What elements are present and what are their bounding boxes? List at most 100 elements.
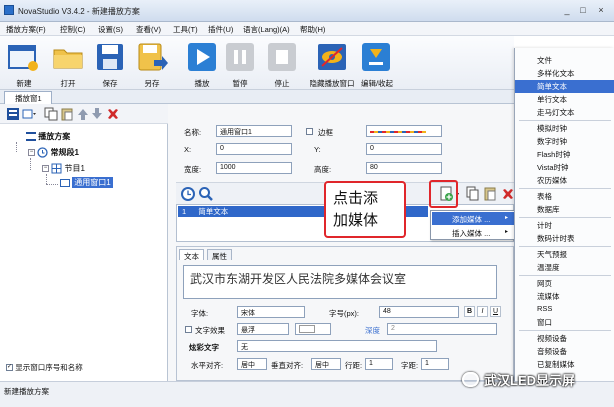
- maximize-button[interactable]: □: [576, 4, 590, 17]
- add-dropdown-icon[interactable]: [22, 107, 36, 121]
- media-menu-item[interactable]: 窗口: [515, 316, 614, 329]
- font-select[interactable]: 宋体: [237, 306, 305, 318]
- open-button[interactable]: 打开: [46, 40, 90, 88]
- bold-button[interactable]: B: [464, 306, 475, 317]
- depth-label: 深度: [365, 326, 380, 335]
- menu-tools[interactable]: 工具(T): [173, 24, 198, 35]
- x-input[interactable]: 0: [216, 143, 292, 155]
- media-menu-item[interactable]: 表格: [515, 190, 614, 203]
- menu-view[interactable]: 查看(V): [136, 24, 161, 35]
- y-input[interactable]: 0: [366, 143, 442, 155]
- border-style-select[interactable]: [366, 125, 442, 137]
- tree-item-segment[interactable]: − 常规段1: [28, 147, 79, 159]
- effect-color-picker[interactable]: [295, 323, 331, 335]
- menu-item-add-media[interactable]: 添加媒体 ...: [432, 212, 515, 225]
- underline-button[interactable]: U: [490, 306, 501, 317]
- valign-select[interactable]: 居中: [311, 358, 341, 370]
- menu-plugins[interactable]: 插件(U): [208, 24, 233, 35]
- schedule-icon[interactable]: [6, 107, 20, 121]
- menu-control[interactable]: 控制(C): [60, 24, 85, 35]
- save-as-button[interactable]: 另存: [130, 40, 174, 88]
- schedule-clock-icon[interactable]: [180, 186, 196, 202]
- tab-properties[interactable]: 属性: [207, 249, 232, 261]
- show-names-checkbox-row[interactable]: ✓ 显示窗口序号和名称: [6, 362, 83, 373]
- tree-toolbar: [0, 104, 168, 124]
- pause-button[interactable]: 暂停: [218, 40, 262, 88]
- tree-item-program[interactable]: − 节目1: [42, 163, 85, 174]
- border-checkbox[interactable]: [306, 128, 313, 135]
- height-input[interactable]: 80: [366, 162, 442, 174]
- text-effect-select[interactable]: 悬浮: [237, 323, 289, 335]
- media-menu-item[interactable]: Flash时钟: [515, 148, 614, 161]
- depth-input[interactable]: 2: [387, 323, 497, 335]
- media-menu-item[interactable]: 多样化文本: [515, 67, 614, 80]
- char-spacing-input[interactable]: 1: [421, 358, 449, 370]
- media-menu-item[interactable]: 天气预报: [515, 248, 614, 261]
- media-menu-item[interactable]: 数据库: [515, 203, 614, 216]
- media-menu-item[interactable]: 文件: [515, 54, 614, 67]
- name-input[interactable]: 通用窗口1: [216, 125, 292, 137]
- media-name: 简单文本: [198, 207, 229, 216]
- menu-plan[interactable]: 播放方案(F): [6, 24, 46, 35]
- hide-window-icon: [318, 44, 346, 70]
- color-text-select[interactable]: 无: [237, 340, 437, 352]
- menu-settings[interactable]: 设置(S): [98, 24, 123, 35]
- move-down-icon[interactable]: [90, 107, 104, 121]
- media-menu-item[interactable]: 走马灯文本: [515, 106, 614, 119]
- size-select[interactable]: 48: [379, 306, 459, 318]
- tab-play-window[interactable]: 播放窗1: [4, 91, 52, 104]
- menu-item-insert-media[interactable]: 插入媒体 ...: [432, 226, 515, 239]
- callout-line-1: 点击添: [333, 190, 379, 207]
- expand-collapse-icon[interactable]: −: [28, 149, 35, 157]
- search-icon[interactable]: [198, 186, 214, 202]
- instruction-callout: 点击添 加媒体: [324, 181, 406, 238]
- delete-icon[interactable]: [106, 107, 120, 121]
- media-menu-item[interactable]: 数码计时表: [515, 232, 614, 245]
- media-menu-item[interactable]: 计时: [515, 219, 614, 232]
- title-bar: NovaStudio V3.4.2 - 新建播放方案 _ □ ×: [0, 0, 614, 22]
- copy-media-icon[interactable]: [466, 186, 480, 202]
- paste-media-icon[interactable]: [484, 186, 498, 202]
- new-button[interactable]: 新建: [2, 40, 46, 88]
- italic-button[interactable]: I: [477, 306, 488, 317]
- media-menu-item[interactable]: 视频设备: [515, 332, 614, 345]
- tab-text[interactable]: 文本: [179, 249, 204, 261]
- hide-window-button[interactable]: 隐藏播放窗口: [306, 40, 358, 88]
- media-menu-item[interactable]: 简单文本: [515, 80, 614, 93]
- char-spacing-label: 字距:: [401, 361, 419, 370]
- line-spacing-input[interactable]: 1: [365, 358, 393, 370]
- clock-icon: [37, 147, 48, 159]
- plan-icon: [26, 132, 36, 142]
- delete-media-icon[interactable]: [502, 186, 514, 202]
- edit-collapse-button[interactable]: 编辑/收起: [354, 40, 400, 88]
- menu-separator: [519, 120, 611, 121]
- tree-item-window[interactable]: 通用窗口1: [60, 177, 113, 189]
- show-names-checkbox[interactable]: ✓: [6, 364, 13, 371]
- media-menu-item[interactable]: 模拟时钟: [515, 122, 614, 135]
- halign-select[interactable]: 居中: [237, 358, 267, 370]
- width-input[interactable]: 1000: [216, 162, 292, 174]
- media-menu-item[interactable]: Vista时钟: [515, 161, 614, 174]
- media-menu-item[interactable]: 温湿度: [515, 261, 614, 274]
- paste-icon[interactable]: [60, 107, 74, 121]
- menu-language[interactable]: 语言(Lang)(A): [243, 24, 290, 35]
- close-button[interactable]: ×: [594, 4, 608, 17]
- minimize-button[interactable]: _: [560, 4, 574, 17]
- text-content-input[interactable]: 武汉市东湖开发区人民法院多媒体会议室: [183, 265, 497, 299]
- media-menu-item[interactable]: 网页: [515, 277, 614, 290]
- media-menu-item[interactable]: RSS: [515, 303, 614, 316]
- media-menu-item[interactable]: 音频设备: [515, 345, 614, 358]
- media-menu-item[interactable]: 单行文本: [515, 93, 614, 106]
- media-menu-item[interactable]: 农历媒体: [515, 174, 614, 187]
- media-menu-item[interactable]: 流媒体: [515, 290, 614, 303]
- menu-help[interactable]: 帮助(H): [300, 24, 325, 35]
- move-up-icon[interactable]: [76, 107, 90, 121]
- expand-collapse-icon[interactable]: −: [42, 165, 49, 173]
- text-effect-checkbox[interactable]: [185, 326, 192, 333]
- copy-icon[interactable]: [44, 107, 58, 121]
- stop-button[interactable]: 停止: [260, 40, 304, 88]
- tree-item-plan[interactable]: 播放方案: [26, 131, 70, 142]
- callout-line-2: 加媒体: [333, 212, 379, 229]
- save-button[interactable]: 保存: [88, 40, 132, 88]
- media-menu-item[interactable]: 数字时钟: [515, 135, 614, 148]
